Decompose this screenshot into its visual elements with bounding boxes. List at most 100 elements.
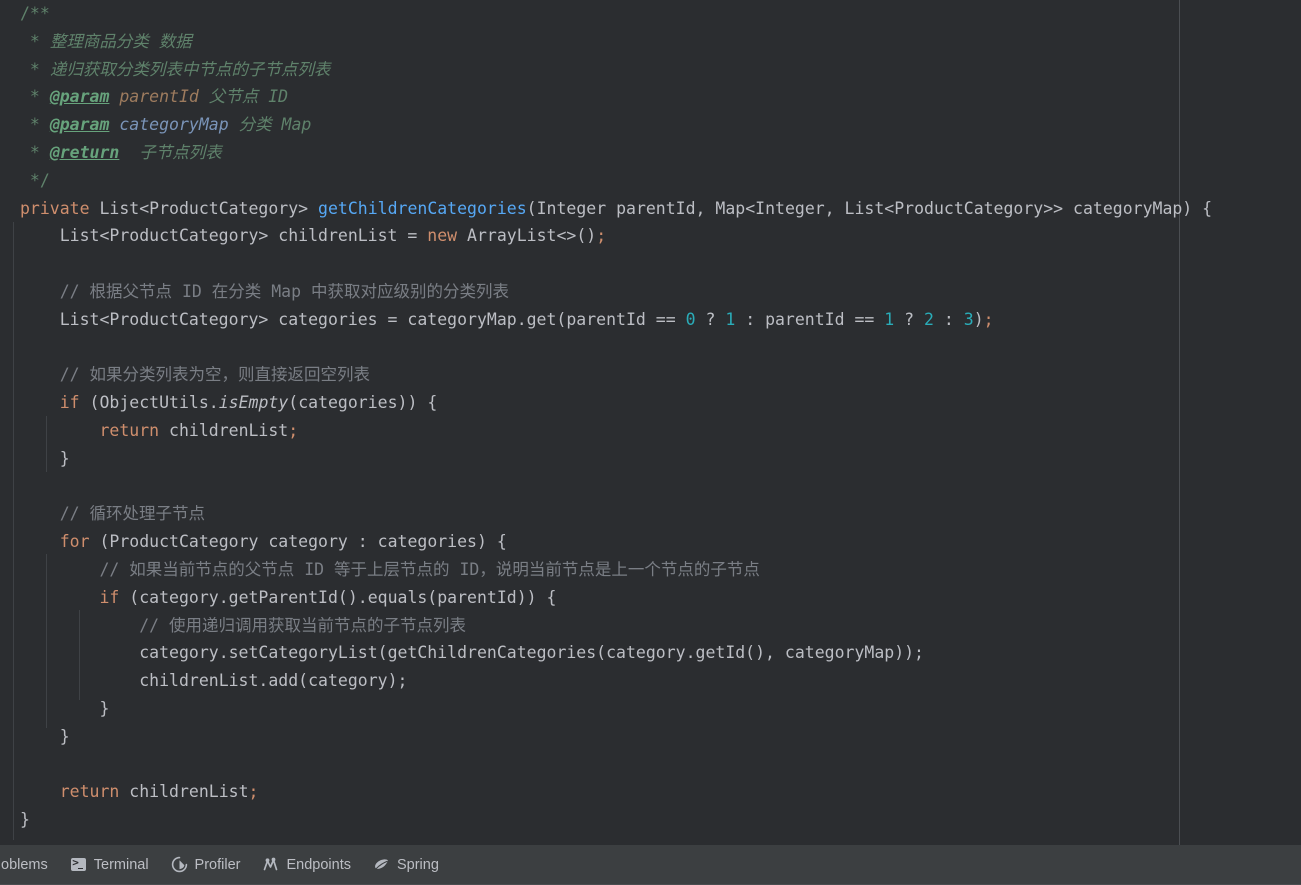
javadoc-star: * xyxy=(20,87,50,107)
closing-brace: } xyxy=(59,448,70,468)
code-line: if (ObjectUtils.isEmpty(categories)) { xyxy=(59,393,438,413)
tool-button-problems[interactable]: oblems xyxy=(0,852,57,878)
tool-button-label: Profiler xyxy=(194,856,241,873)
javadoc-return-tag: @return xyxy=(49,142,120,162)
profiler-icon xyxy=(171,856,188,873)
code-line: } xyxy=(0,695,1212,723)
code-line: // 如果分类列表为空，则直接返回空列表 xyxy=(0,361,1212,389)
local-var-declaration: List<ProductCategory> childrenList = xyxy=(20,226,428,246)
javadoc-star: * xyxy=(20,142,50,162)
javadoc-description: 递归获取分类列表中节点的子节点列表 xyxy=(49,59,331,79)
keyword-for: for xyxy=(59,532,90,552)
class-reference: ObjectUtils xyxy=(99,393,209,413)
code-line: * 递归获取分类列表中节点的子节点列表 xyxy=(0,56,1212,84)
code-editor[interactable]: /** * 整理商品分类 数据 * 递归获取分类列表中节点的子节点列表 * @p… xyxy=(0,0,1301,845)
code-line: } xyxy=(0,723,1212,751)
add-statement: childrenList.add(category); xyxy=(139,671,408,691)
javadoc-summary: 整理商品分类 数据 xyxy=(49,31,192,51)
code-line: if (category.getParentId().equals(parent… xyxy=(0,584,1212,612)
endpoints-icon xyxy=(262,856,279,873)
keyword-return: return xyxy=(59,782,120,802)
javadoc-open: /** xyxy=(20,4,50,23)
code-line: return childrenList; xyxy=(99,420,299,440)
code-line: * @param parentId 父节点 ID xyxy=(0,83,1212,111)
tool-window-bar[interactable]: oblems Terminal Profiler Endpoints xyxy=(0,845,1301,885)
source-code[interactable]: /** * 整理商品分类 数据 * 递归获取分类列表中节点的子节点列表 * @p… xyxy=(0,0,1212,834)
spring-leaf-icon xyxy=(373,856,390,873)
line-comment: // 如果当前节点的父节点 ID 等于上层节点的 ID，说明当前节点是上一个节点… xyxy=(99,559,760,579)
variable-reference: childrenList xyxy=(169,420,289,440)
javadoc-star: * xyxy=(20,115,50,135)
tool-button-label: oblems xyxy=(1,856,48,873)
closing-brace: } xyxy=(59,726,70,746)
tool-button-label: Terminal xyxy=(93,856,149,873)
javadoc-param-name: parentId xyxy=(119,87,199,107)
code-line: category.setCategoryList(getChildrenCate… xyxy=(0,639,1212,667)
arraylist-ctor: ArrayList<>() xyxy=(467,226,597,246)
terminal-icon xyxy=(70,856,87,873)
keyword-private: private xyxy=(20,198,90,218)
tool-button-spring[interactable]: Spring xyxy=(364,852,448,878)
keyword-if: if xyxy=(59,393,80,413)
tool-button-terminal[interactable]: Terminal xyxy=(61,852,158,878)
javadoc-star: * xyxy=(20,59,50,79)
recursive-call-statement: category.setCategoryList(getChildrenCate… xyxy=(139,643,924,663)
keyword-new: new xyxy=(427,226,458,246)
code-line: // 循环处理子节点 xyxy=(0,500,1212,528)
equality-operator: == xyxy=(854,309,875,329)
line-comment: // 根据父节点 ID 在分类 Map 中获取对应级别的分类列表 xyxy=(59,281,509,301)
javadoc-return-desc: 子节点列表 xyxy=(139,142,222,162)
variable-reference: childrenList xyxy=(129,782,249,802)
tool-button-profiler[interactable]: Profiler xyxy=(162,852,250,878)
line-comment: // 如果分类列表为空，则直接返回空列表 xyxy=(59,365,371,385)
code-line: for (ProductCategory category : categori… xyxy=(0,528,1212,556)
line-comment: // 循环处理子节点 xyxy=(59,504,206,524)
if-condition-args: (categories)) { xyxy=(288,393,438,413)
code-line: List<ProductCategory> categories = categ… xyxy=(20,309,994,329)
method-parameters: (Integer parentId, Map<Integer, List<Pro… xyxy=(526,198,1213,218)
closing-brace: } xyxy=(20,810,30,830)
code-line: List<ProductCategory> childrenList = new… xyxy=(20,226,607,246)
code-line: return childrenList; xyxy=(59,782,259,802)
number-literal: 3 xyxy=(963,309,974,329)
code-line: } xyxy=(0,806,1212,834)
javadoc-star: * xyxy=(20,31,50,51)
equality-operator: == xyxy=(655,309,676,329)
javadoc-close: */ xyxy=(20,170,50,190)
javadoc-param-desc: 分类 Map xyxy=(238,115,312,135)
number-literal: 2 xyxy=(924,309,934,329)
tool-button-label: Spring xyxy=(396,856,439,873)
line-comment: // 使用递归调用获取当前节点的子节点列表 xyxy=(139,615,467,635)
closing-brace: } xyxy=(99,698,110,718)
code-line: } xyxy=(0,445,1212,473)
code-line: private List<ProductCategory> getChildre… xyxy=(0,195,1212,223)
code-line: /** xyxy=(0,0,1212,28)
keyword-if: if xyxy=(99,587,120,607)
javadoc-param-tag: @param xyxy=(49,115,110,135)
return-type: List<ProductCategory> xyxy=(99,198,309,218)
code-line: // 根据父节点 ID 在分类 Map 中获取对应级别的分类列表 xyxy=(0,278,1212,306)
code-line: // 使用递归调用获取当前节点的子节点列表 xyxy=(0,612,1212,640)
code-line: // 如果当前节点的父节点 ID 等于上层节点的 ID，说明当前节点是上一个节点… xyxy=(0,556,1212,584)
javadoc-param-tag: @param xyxy=(49,87,110,107)
categories-declaration: List<ProductCategory> categories = categ… xyxy=(20,309,656,329)
code-line: * 整理商品分类 数据 xyxy=(0,28,1212,56)
static-method-call: isEmpty xyxy=(218,393,289,413)
javadoc-param-name: categoryMap xyxy=(119,115,229,135)
tool-button-label: Endpoints xyxy=(286,856,351,873)
tool-button-endpoints[interactable]: Endpoints xyxy=(253,852,360,878)
for-header: (ProductCategory category : categories) … xyxy=(99,532,507,552)
method-declaration: getChildrenCategories xyxy=(318,198,527,218)
javadoc-param-desc: 父节点 ID xyxy=(208,87,289,107)
code-line: */ xyxy=(0,167,1212,195)
code-line: * @param categoryMap 分类 Map xyxy=(0,111,1212,139)
code-line: childrenList.add(category); xyxy=(0,667,1212,695)
keyword-return: return xyxy=(99,420,160,440)
number-literal: 1 xyxy=(725,309,736,329)
code-line: * @return 子节点列表 xyxy=(0,139,1212,167)
number-literal: 0 xyxy=(685,309,696,329)
